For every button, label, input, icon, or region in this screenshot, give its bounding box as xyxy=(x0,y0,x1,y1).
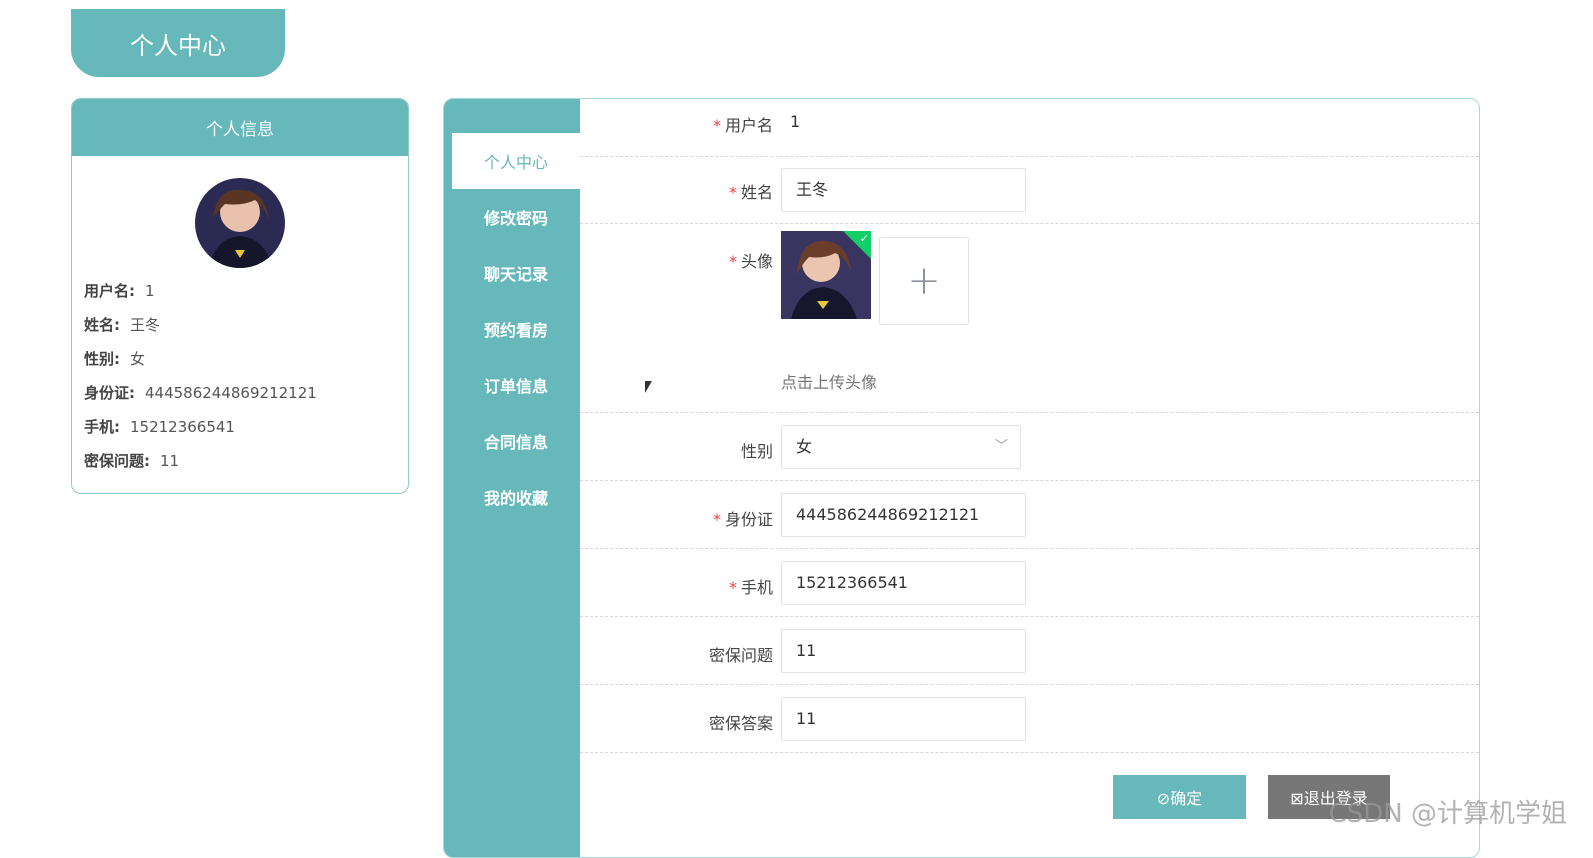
avatar xyxy=(195,178,285,268)
profile-row-gender: 性别:女 xyxy=(72,342,408,376)
sidebar-item-chat-history[interactable]: 聊天记录 xyxy=(452,245,580,301)
phone-input[interactable]: 15212366541 xyxy=(781,561,1026,605)
watermark: CSDN @计算机学姐 xyxy=(1329,793,1567,830)
sidebar-item-favorites[interactable]: 我的收藏 xyxy=(452,469,580,525)
profile-row-username: 用户名:1 xyxy=(72,274,408,308)
answer-label: 密保答案 xyxy=(580,710,773,734)
form-row-avatar: *头像 xyxy=(580,224,1479,413)
name-input[interactable]: 王冬 xyxy=(781,168,1026,212)
form-row-answer: 密保答案 11 xyxy=(580,685,1479,753)
sidebar-item-contracts[interactable]: 合同信息 xyxy=(452,413,580,469)
phone-label: *手机 xyxy=(580,574,773,598)
form-row-question: 密保问题 11 xyxy=(580,617,1479,685)
avatar-upload-button[interactable]: + xyxy=(879,237,969,325)
username-label: *用户名 xyxy=(580,112,773,136)
check-icon: ✓ xyxy=(860,232,869,245)
profile-card: 个人信息 用户名:1 姓名:王冬 性别:女 身份证:44458624486921… xyxy=(71,98,409,494)
form-row-gender: 性别 女﹀ xyxy=(580,413,1479,481)
avatar-upload-hint: 点击上传头像 xyxy=(781,369,877,393)
answer-input[interactable]: 11 xyxy=(781,697,1026,741)
avatar-label: *头像 xyxy=(580,248,773,272)
form-row-phone: *手机 15212366541 xyxy=(580,549,1479,617)
chevron-down-icon: ﹀ xyxy=(995,426,1008,468)
mouse-cursor-icon xyxy=(645,381,652,393)
confirm-button[interactable]: ⊘确定 xyxy=(1113,775,1246,819)
form-row-idcard: *身份证 444586244869212121 xyxy=(580,481,1479,549)
main-panel: 个人中心 修改密码 聊天记录 预约看房 订单信息 合同信息 我的收藏 *用户名 … xyxy=(443,98,1480,858)
sidebar-item-profile[interactable]: 个人中心 xyxy=(452,133,580,189)
idcard-input[interactable]: 444586244869212121 xyxy=(781,493,1026,537)
gender-select[interactable]: 女﹀ xyxy=(781,425,1021,469)
question-label: 密保问题 xyxy=(580,642,773,666)
profile-row-idcard: 身份证:444586244869212121 xyxy=(72,376,408,410)
sidebar-item-orders[interactable]: 订单信息 xyxy=(452,357,580,413)
plus-icon: + xyxy=(907,258,941,304)
profile-row-name: 姓名:王冬 xyxy=(72,308,408,342)
page-title: 个人中心 xyxy=(71,9,285,77)
profile-row-phone: 手机:15212366541 xyxy=(72,410,408,444)
profile-form: *用户名 1 *姓名 王冬 *头像 ✓ + 点击上传头像 性别 xyxy=(580,99,1479,857)
gender-label: 性别 xyxy=(580,438,773,462)
profile-row-question: 密保问题:11 xyxy=(72,444,408,478)
profile-card-title: 个人信息 xyxy=(72,99,408,156)
sidebar: 个人中心 修改密码 聊天记录 预约看房 订单信息 合同信息 我的收藏 xyxy=(444,99,580,857)
form-row-username: *用户名 1 xyxy=(580,99,1479,157)
avatar-thumbnail[interactable]: ✓ xyxy=(781,231,871,319)
form-row-name: *姓名 王冬 xyxy=(580,157,1479,224)
name-label: *姓名 xyxy=(580,179,773,203)
sidebar-item-change-password[interactable]: 修改密码 xyxy=(452,189,580,245)
question-input[interactable]: 11 xyxy=(781,629,1026,673)
idcard-label: *身份证 xyxy=(580,506,773,530)
username-value: 1 xyxy=(790,112,800,131)
sidebar-item-viewing-appointments[interactable]: 预约看房 xyxy=(452,301,580,357)
